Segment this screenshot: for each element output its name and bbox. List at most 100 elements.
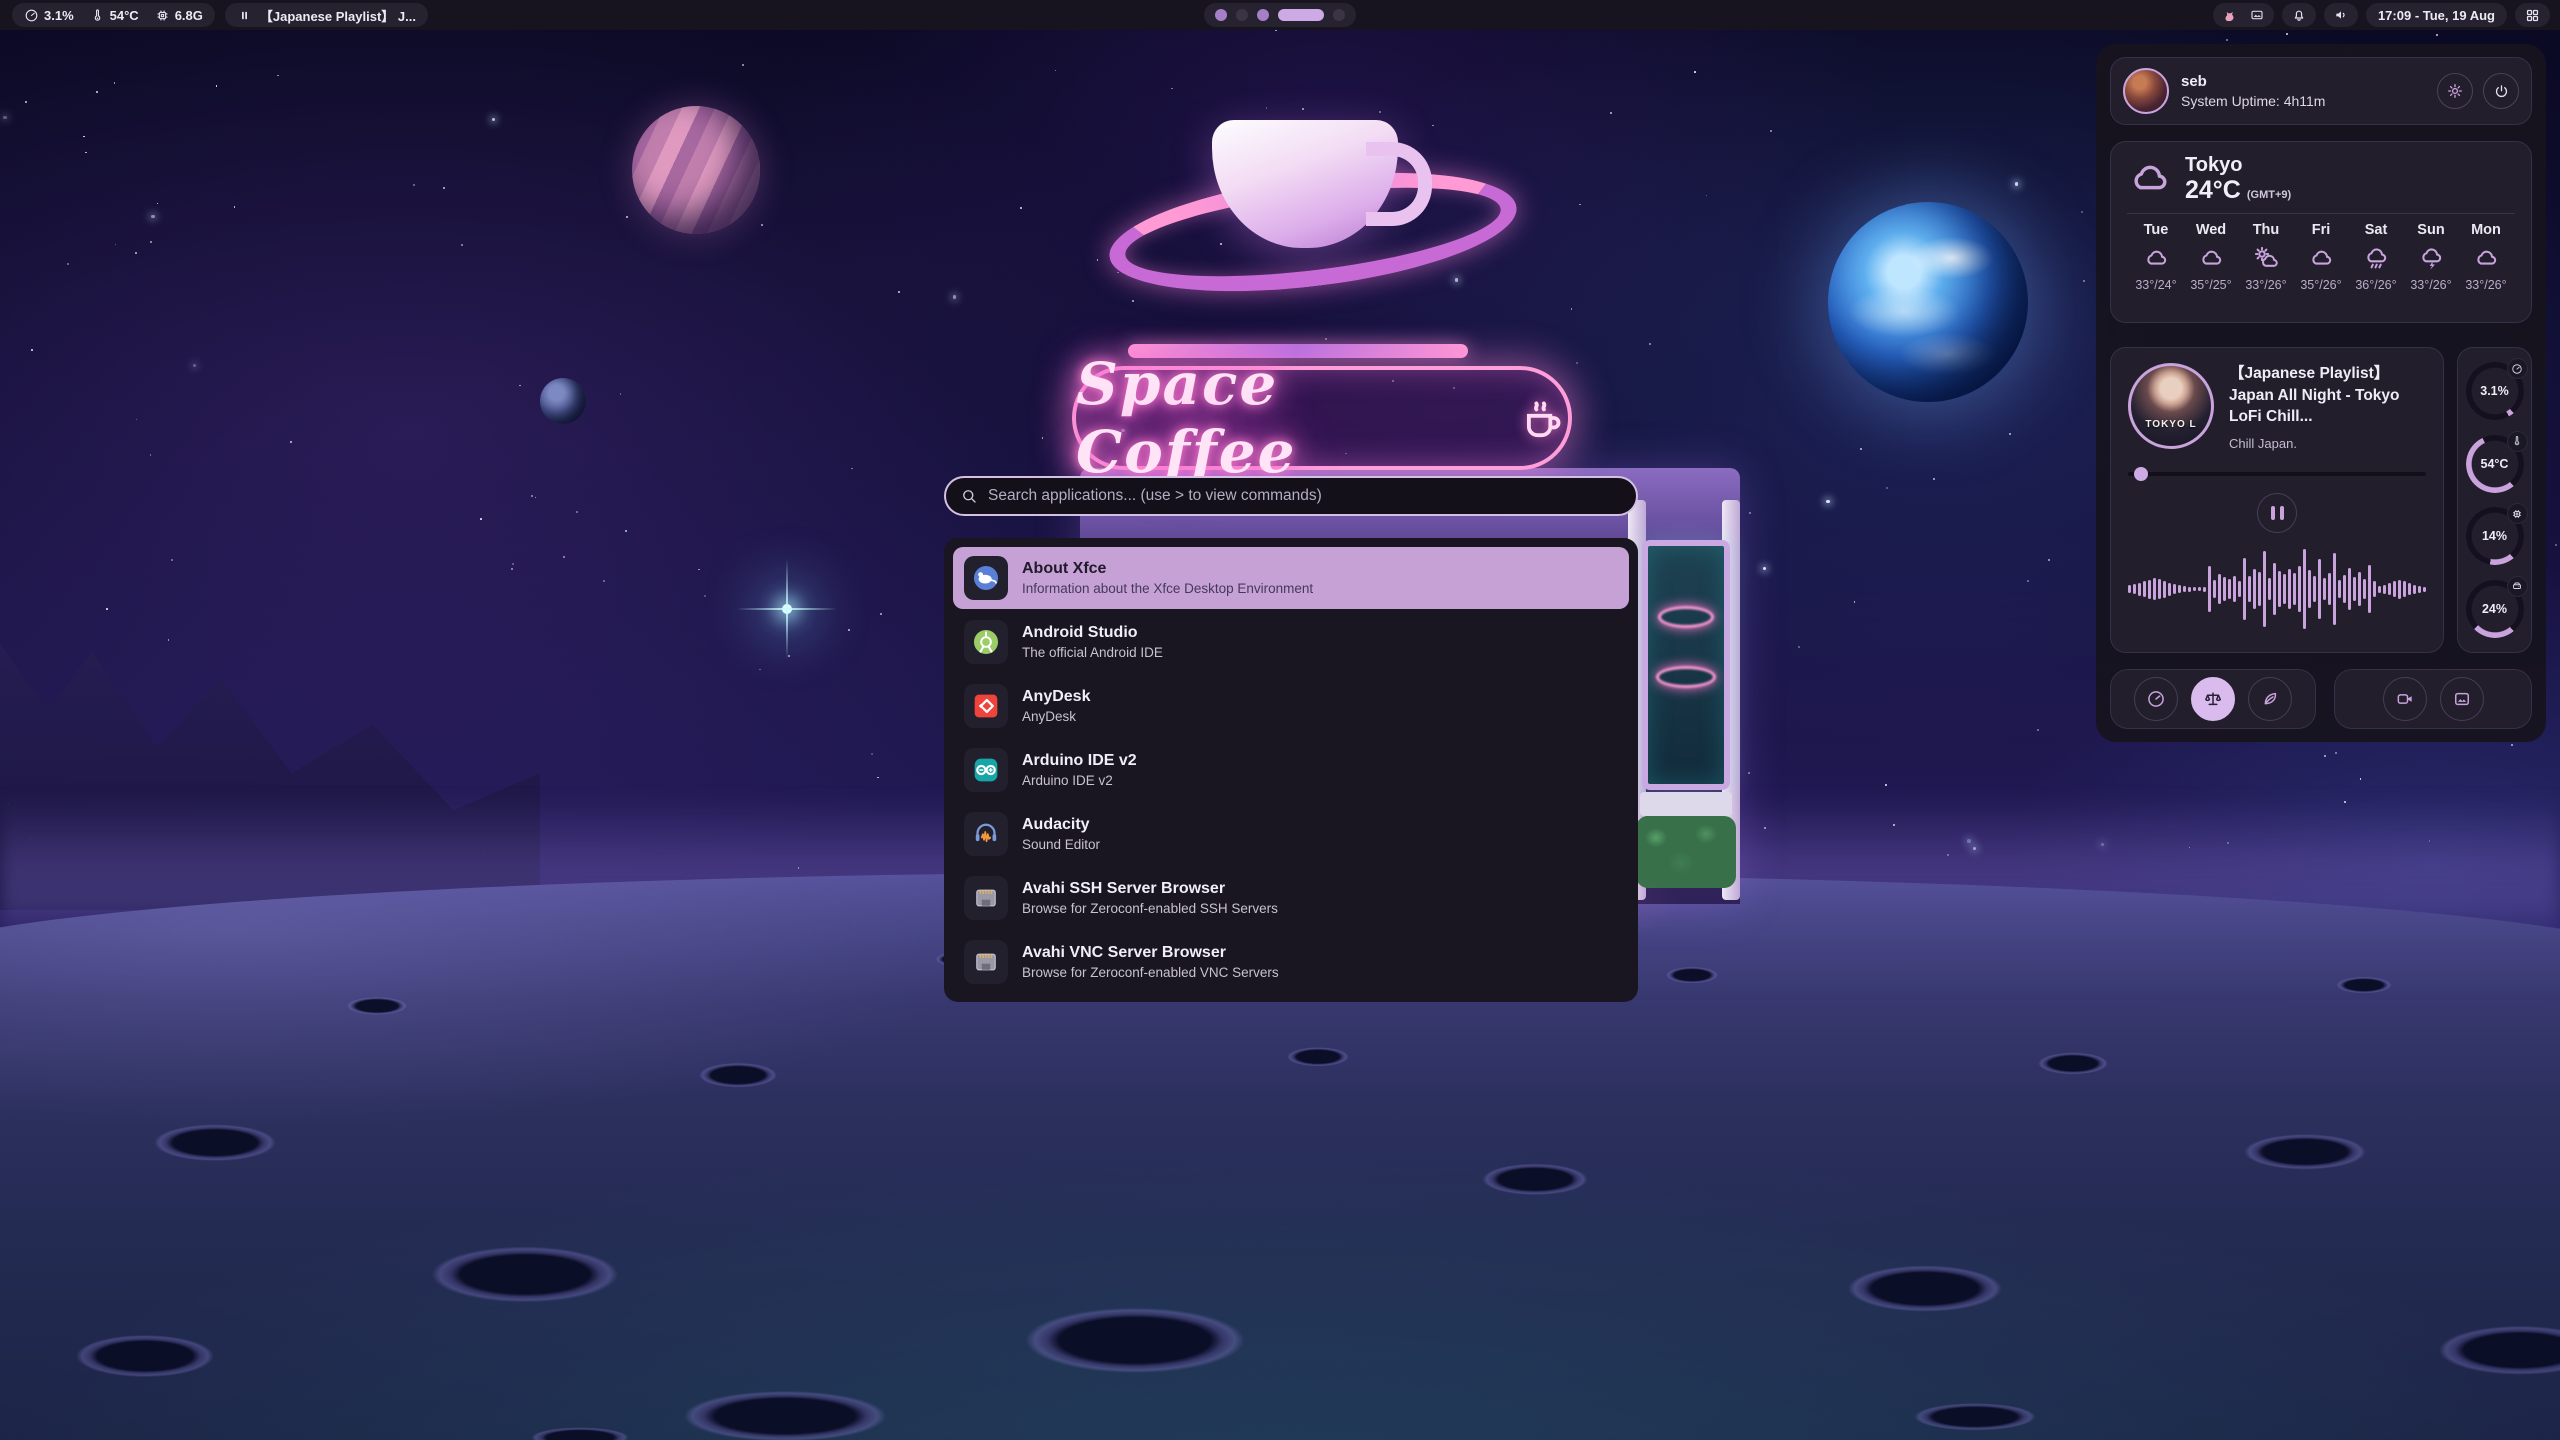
system-tray[interactable] [2213,3,2274,27]
weather-timezone: (GMT+9) [2247,189,2291,201]
volume-button[interactable] [2324,3,2358,27]
result-title: Arduino IDE v2 [1022,752,1137,770]
xfce-app-icon [964,556,1008,600]
launcher-result-item[interactable]: Audacity Sound Editor [953,803,1629,865]
result-subtitle: The official Android IDE [1022,645,1163,660]
disk-gauge: 24% [2466,580,2524,638]
result-subtitle: Browse for Zeroconf-enabled SSH Servers [1022,901,1278,916]
forecast-day-thu: Thu 33°/26° [2239,222,2293,292]
grid-icon [2524,7,2541,24]
cloud-weather-icon [2143,245,2170,272]
shop-window [1642,540,1730,790]
workspace-indicator[interactable] [1204,3,1356,27]
result-subtitle: Sound Editor [1022,837,1100,852]
launcher-result-item[interactable]: About Xfce Information about the Xfce De… [953,547,1629,609]
performance-button[interactable] [2134,677,2178,721]
result-title: Avahi SSH Server Browser [1022,880,1278,898]
forecast-day-sat: Sat 36°/26° [2349,222,2403,292]
topbar-music-title: 【Japanese Playlist】 J... [260,6,416,25]
track-title: 【Japanese Playlist】 Japan All Night - To… [2229,363,2426,428]
memory-value: 6.8G [175,8,203,23]
workspace-dot-3[interactable] [1257,9,1269,21]
memory-stat: 6.8G [155,8,203,23]
user-card: seb System Uptime: 4h11m [2110,57,2532,125]
arduino-app-icon [964,748,1008,792]
cloud-weather-icon [2198,245,2225,272]
image-tray-icon[interactable] [2249,7,2265,23]
username: seb [2181,73,2325,90]
workspace-dot-4[interactable] [1278,9,1324,21]
cpu-stat: 3.1% [24,8,74,23]
launcher-search-bar[interactable] [944,476,1638,516]
partly-weather-icon [2253,245,2280,272]
audio-visualizer [2128,541,2426,637]
track-progress-bar[interactable] [2128,467,2426,481]
top-bar: 3.1% 54°C 6.8G 【Japanese Playlist】 J... [0,0,2560,30]
cat-tray-icon[interactable] [2222,7,2239,24]
divider [2127,213,2515,214]
launcher-result-item[interactable]: Arduino IDE v2 Arduino IDE v2 [953,739,1629,801]
forecast-day-mon: Mon 33°/26° [2459,222,2513,292]
track-artist: Chill Japan. [2229,436,2426,451]
anydesk-app-icon [964,684,1008,728]
chip-icon [155,8,170,23]
control-sidebar: seb System Uptime: 4h11m Tokyo 24°C (GMT… [2096,44,2546,742]
screenshot-button[interactable] [2440,677,2484,721]
forecast-day-tue: Tue 33°/24° [2129,222,2183,292]
topbar-music-widget[interactable]: 【Japanese Playlist】 J... [225,3,428,27]
clock-widget[interactable]: 17:09 - Tue, 19 Aug [2366,3,2507,27]
gear-icon [2446,82,2464,100]
thermometer-gauge: 54°C [2466,435,2524,493]
speaker-icon [2333,7,2349,23]
launcher-result-item[interactable]: AnyDesk AnyDesk [953,675,1629,737]
result-title: Avahi VNC Server Browser [1022,944,1279,962]
thermometer-icon [90,8,105,23]
settings-button[interactable] [2437,73,2473,109]
balanced-button[interactable] [2191,677,2235,721]
video-icon [2395,689,2415,709]
app-grid-button[interactable] [2515,3,2550,27]
forecast-day-wed: Wed 35°/25° [2184,222,2238,292]
launcher-result-item[interactable]: Avahi SSH Server Browser Browse for Zero… [953,867,1629,929]
cloud-icon [2127,156,2173,202]
result-title: Audacity [1022,816,1100,834]
power-profile-selector [2110,669,2316,729]
screen-record-button[interactable] [2383,677,2427,721]
search-input[interactable] [988,487,1622,505]
media-player-card: TOKYO L 【Japanese Playlist】 Japan All Ni… [2110,347,2444,653]
progress-knob[interactable] [2134,467,2148,481]
storm-weather-icon [2418,245,2445,272]
network-app-icon [964,940,1008,984]
disk-icon [2507,576,2528,597]
shop-planter [1640,792,1732,816]
powersave-button[interactable] [2248,677,2292,721]
speedometer-icon [2146,689,2166,709]
cloud-weather-icon [2473,245,2500,272]
leaf-icon [2260,689,2280,709]
result-subtitle: Information about the Xfce Desktop Envir… [1022,581,1313,596]
workspace-dot-2[interactable] [1236,9,1248,21]
launcher-result-item[interactable]: Avahi VNC Server Browser Browse for Zero… [953,931,1629,993]
coffee-cup-icon [1516,391,1568,445]
workspace-dot-5[interactable] [1333,9,1345,21]
notifications-button[interactable] [2282,3,2316,27]
album-art[interactable]: TOKYO L [2128,363,2214,449]
power-button[interactable] [2483,73,2519,109]
result-title: Android Studio [1022,624,1163,642]
androidstudio-app-icon [964,620,1008,664]
thermometer-icon [2507,431,2528,452]
neon-sign: Space Coffee [1072,366,1572,470]
weather-city: Tokyo [2185,154,2291,177]
workspace-dot-1[interactable] [1215,9,1227,21]
result-subtitle: Arduino IDE v2 [1022,773,1137,788]
result-subtitle: Browse for Zeroconf-enabled VNC Servers [1022,965,1279,980]
temp-stat: 54°C [90,8,139,23]
avatar[interactable] [2123,68,2169,114]
launcher-results: About Xfce Information about the Xfce De… [944,538,1638,1002]
speedometer-gauge: 3.1% [2466,362,2524,420]
system-stats-widget[interactable]: 3.1% 54°C 6.8G [12,3,215,27]
launcher-result-item[interactable]: Android Studio The official Android IDE [953,611,1629,673]
speedometer-icon [24,8,39,23]
pause-button[interactable] [2257,493,2297,533]
speedometer-icon [2507,358,2528,379]
